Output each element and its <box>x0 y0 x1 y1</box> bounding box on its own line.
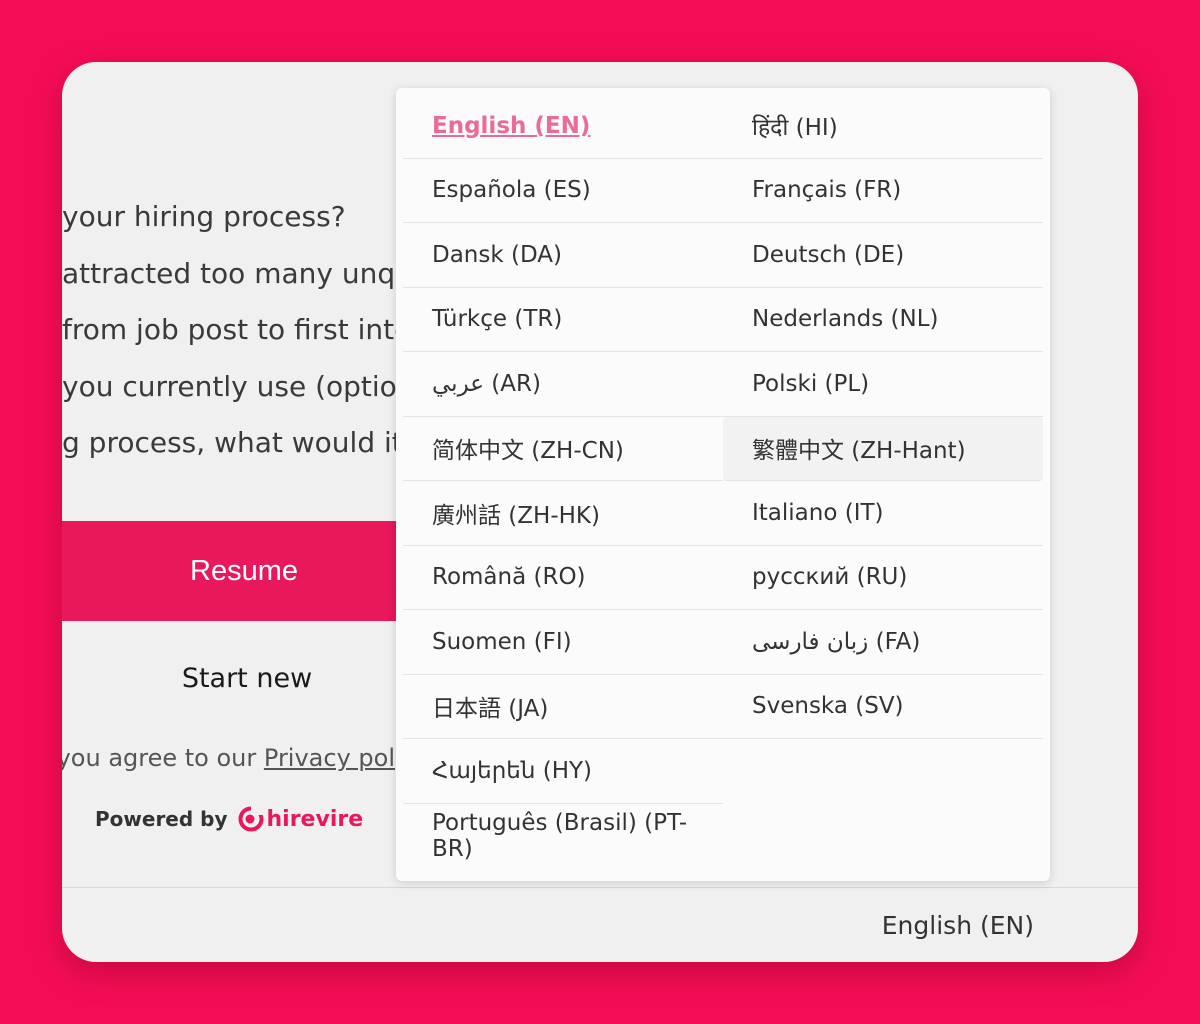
question-text: g process, what would it l <box>62 426 420 459</box>
question-text: attracted too many unqu <box>62 256 413 290</box>
privacy-policy-link[interactable]: Privacy pol <box>264 744 395 772</box>
language-option[interactable]: 简体中文 (ZH-CN) <box>403 417 723 481</box>
question-text: your hiring process? <box>62 200 346 233</box>
language-grid: English (EN) हिंदी (HI) Española (ES) Franç… <box>403 94 1043 868</box>
language-option[interactable]: русский (RU) <box>723 546 1043 610</box>
language-option[interactable]: Polski (PL) <box>723 352 1043 417</box>
language-option[interactable]: Dansk (DA) <box>403 223 723 288</box>
language-option[interactable]: Türkçe (TR) <box>403 288 723 352</box>
language-option[interactable]: Italiano (IT) <box>723 481 1043 546</box>
language-option[interactable]: Հայերեն (HY) <box>403 739 723 804</box>
hirevire-logo-icon <box>238 806 264 832</box>
language-option[interactable]: 廣州話 (ZH-HK) <box>403 481 723 546</box>
language-option[interactable]: Română (RO) <box>403 546 723 610</box>
brand-name: hirevire <box>266 806 364 832</box>
language-option[interactable]: Nederlands (NL) <box>723 288 1043 352</box>
language-option[interactable]: Português (Brasil) (PT-BR) <box>403 804 723 869</box>
language-option[interactable]: हिंदी (HI) <box>723 94 1043 159</box>
question-text: you currently use (optior <box>62 369 409 403</box>
privacy-agreement: , you agree to our Privacy pol <box>62 744 395 772</box>
hirevire-logo[interactable]: hirevire <box>238 806 364 832</box>
language-option[interactable]: Français (FR) <box>723 159 1043 223</box>
language-option[interactable]: English (EN) <box>403 94 723 159</box>
language-selector[interactable]: English (EN) <box>882 911 1034 940</box>
language-option[interactable]: 繁體中文 (ZH-Hant) <box>723 416 1043 481</box>
language-option[interactable]: عربي (AR) <box>403 352 723 417</box>
footer-divider <box>62 887 1138 888</box>
language-empty-cell <box>723 739 1043 804</box>
resume-button[interactable]: Resume <box>62 521 396 621</box>
agreement-text: , you agree to our <box>62 744 264 772</box>
language-option[interactable]: Deutsch (DE) <box>723 223 1043 288</box>
language-option[interactable]: Española (ES) <box>403 159 723 223</box>
language-option[interactable]: Suomen (FI) <box>403 610 723 675</box>
language-dropdown: English (EN) हिंदी (HI) Española (ES) Franç… <box>396 88 1050 881</box>
question-text: from job post to first inte <box>62 313 412 346</box>
language-option[interactable]: زبان فارسی (FA) <box>723 610 1043 675</box>
language-option[interactable]: 日本語 (JA) <box>403 675 723 739</box>
powered-by-label: Powered by <box>95 807 228 831</box>
language-empty-cell <box>723 804 1043 869</box>
powered-by: Powered by hirevire <box>95 806 363 832</box>
start-new-button[interactable]: Start new <box>62 642 396 714</box>
language-option[interactable]: Svenska (SV) <box>723 675 1043 739</box>
